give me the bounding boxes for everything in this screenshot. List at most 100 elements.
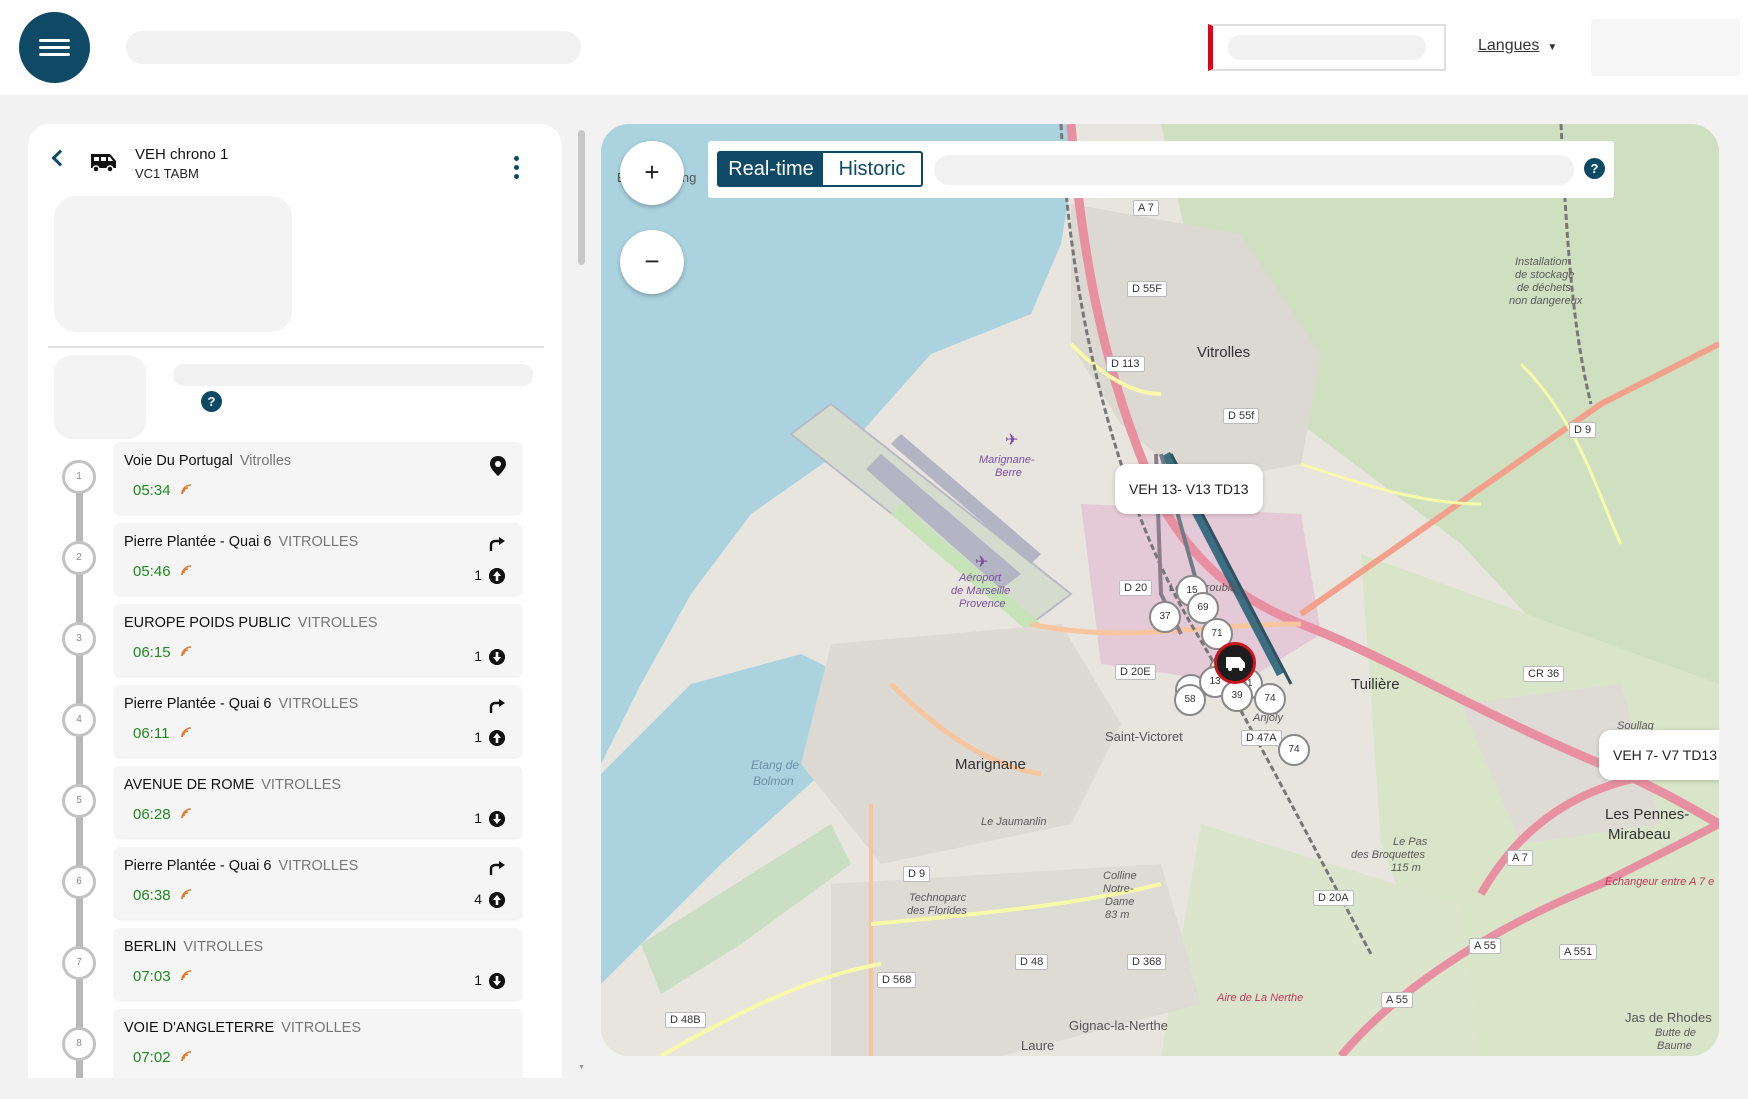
stop-time: 06:28 — [133, 806, 171, 823]
zoom-out-button[interactable]: − — [620, 230, 684, 294]
stop-index-circle: 2 — [62, 541, 96, 575]
stop-city: VITROLLES — [183, 939, 264, 955]
stop-card[interactable]: Pierre Plantée - Quai 6 VITROLLES 05:46 1 — [114, 523, 522, 595]
place-label: Jas de Rhodes — [1625, 1010, 1712, 1025]
vehicle-cluster[interactable]: 37 — [1149, 601, 1181, 633]
alighting-down-icon — [489, 973, 505, 989]
stop-name: EUROPE POIDS PUBLIC — [124, 615, 291, 631]
place-label: Echangeur entre A 7 e — [1605, 876, 1715, 888]
scrollbar[interactable] — [578, 126, 585, 1071]
help-icon[interactable]: ? — [1584, 158, 1605, 179]
stop-card[interactable]: BERLIN VITROLLES 07:03 1 — [114, 928, 522, 1000]
road-label: CR 36 — [1523, 666, 1565, 682]
historic-tab[interactable]: Historic — [823, 153, 921, 185]
place-label: 115 m — [1391, 862, 1421, 874]
alighting-down-icon — [489, 649, 505, 665]
realtime-signal-icon — [181, 727, 192, 738]
road-label: D 113 — [1106, 356, 1145, 372]
stop-card[interactable]: Voie Du Portugal Vitrolles 05:34 — [114, 442, 522, 514]
more-options-icon[interactable] — [514, 156, 520, 180]
stop-city: VITROLLES — [278, 696, 359, 712]
place-label: Laure — [1021, 1038, 1055, 1053]
zoom-in-button[interactable]: + — [620, 141, 684, 205]
road-label: D 48 — [1015, 954, 1049, 970]
place-label: Colline — [1103, 870, 1137, 882]
mode-toggle: Real-time Historic — [717, 151, 923, 187]
top-input-field[interactable] — [1208, 24, 1446, 71]
stop-name: Pierre Plantée - Quai 6 — [124, 858, 272, 874]
stop-index-circle: 1 — [62, 460, 96, 494]
vehicle-subtitle: VC1 TABM — [135, 166, 199, 181]
road-label: A 55 — [1469, 938, 1502, 954]
realtime-signal-icon — [181, 484, 192, 495]
road-label: D 55f — [1223, 408, 1260, 424]
divider — [48, 346, 544, 348]
boarding-up-icon — [489, 568, 505, 584]
stop-index-circle: 4 — [62, 703, 96, 737]
scrollbar-thumb[interactable] — [578, 130, 585, 265]
hamburger-menu-button[interactable] — [19, 12, 90, 83]
map-toolbar: Real-time Historic ? — [708, 141, 1614, 198]
road-label: D 9 — [1569, 422, 1597, 438]
realtime-signal-icon — [181, 970, 192, 981]
road-label: D 55F — [1127, 281, 1167, 297]
realtime-tab[interactable]: Real-time — [719, 153, 823, 185]
place-label: Le Pas — [1393, 836, 1428, 848]
place-label: Technoparc — [909, 892, 967, 904]
language-dropdown[interactable]: Langues ▼ — [1478, 37, 1557, 55]
stop-card[interactable]: EUROPE POIDS PUBLIC VITROLLES 06:15 1 — [114, 604, 522, 676]
stop-name: Pierre Plantée - Quai 6 — [124, 696, 272, 712]
stop-card[interactable]: Pierre Plantée - Quai 6 VITROLLES 06:11 1 — [114, 685, 522, 757]
map-view[interactable]: B tang Vitrolles Marignane Saint-Victore… — [601, 124, 1719, 1056]
vehicle-tooltip[interactable]: VEH 13- V13 TD13 — [1115, 464, 1263, 514]
realtime-signal-icon — [181, 808, 192, 819]
place-label: des Broquettes — [1351, 849, 1425, 861]
stop-card[interactable]: Pierre Plantée - Quai 6 VITROLLES 06:38 4 — [114, 847, 522, 919]
stop-city: VITROLLES — [297, 615, 378, 631]
road-label: A 7 — [1507, 850, 1533, 866]
vehicle-cluster[interactable]: 74 — [1278, 734, 1310, 766]
road-label: A 7 — [1133, 200, 1159, 216]
vehicle-header: VEH chrono 1 VC1 TABM — [28, 124, 562, 194]
realtime-signal-icon — [181, 646, 192, 657]
vehicle-name: VEH chrono 1 — [135, 146, 229, 163]
place-label: Aéroport — [959, 572, 1002, 584]
vehicle-cluster[interactable]: 58 — [1174, 684, 1206, 716]
passenger-count: 1 — [474, 567, 482, 583]
road-label: A 551 — [1559, 944, 1598, 960]
place-label: de Marseille — [951, 585, 1011, 597]
place-label: Bolmon — [753, 774, 794, 788]
back-chevron-icon[interactable] — [51, 149, 69, 167]
stop-card[interactable]: VOIE D'ANGLETERRE VITROLLES 07:02 — [114, 1009, 522, 1078]
selected-vehicle-marker[interactable] — [1214, 642, 1256, 684]
vehicle-cluster[interactable]: 74 — [1254, 683, 1286, 715]
stop-index-circle: 8 — [62, 1027, 96, 1061]
place-label: Installation — [1515, 256, 1568, 268]
stop-card[interactable]: AVENUE DE ROME VITROLLES 06:28 1 — [114, 766, 522, 838]
place-label: de stockage — [1515, 269, 1575, 281]
boarding-up-icon — [489, 892, 505, 908]
place-label: Butte de — [1655, 1027, 1696, 1039]
road-label: D 20A — [1313, 890, 1354, 906]
road-label: D 568 — [877, 972, 917, 988]
top-search-placeholder[interactable] — [126, 31, 581, 64]
place-label: Le Jaumanlin — [981, 816, 1047, 828]
place-label: Aire de La Nerthe — [1217, 992, 1304, 1004]
menu-icon — [39, 39, 70, 42]
user-area-placeholder[interactable] — [1591, 19, 1740, 76]
vehicle-tooltip[interactable]: VEH 7- V7 TD13 — [1599, 730, 1719, 780]
passenger-count: 1 — [474, 810, 482, 826]
turn-right-icon — [489, 699, 505, 713]
help-icon[interactable]: ? — [201, 391, 222, 412]
place-label: 83 m — [1105, 909, 1130, 921]
boarding-up-icon — [489, 730, 505, 746]
road-label: D 9 — [903, 866, 931, 882]
scroll-down-arrow-icon[interactable]: ▼ — [578, 1064, 585, 1071]
stop-city: VITROLLES — [281, 1020, 361, 1036]
map-pin-icon[interactable] — [489, 455, 507, 477]
road-label: D 20 — [1119, 580, 1153, 596]
map-search-input[interactable] — [934, 155, 1574, 185]
stop-time: 05:46 — [133, 563, 171, 580]
stop-time: 06:15 — [133, 644, 171, 661]
place-label: de déchets — [1517, 282, 1571, 294]
